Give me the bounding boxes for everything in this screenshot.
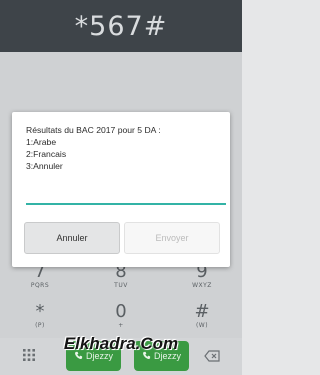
send-button[interactable]: Envoyer <box>124 222 220 254</box>
key-digit: 0 <box>115 301 127 322</box>
message-line: 2:Francais <box>26 149 67 159</box>
ussd-message: Résultats du BAC 2017 pour 5 DA : 1:Arab… <box>26 124 222 172</box>
key-digit: * <box>35 301 45 322</box>
watermark-logo: Elkhadra.Com <box>63 334 179 353</box>
key-letters: (W) <box>195 322 209 329</box>
message-line: 3:Annuler <box>26 161 63 171</box>
message-line: 1:Arabe <box>26 137 57 147</box>
key-letters: + <box>118 322 124 329</box>
key-0[interactable]: 0 + <box>96 302 146 330</box>
key-letters: (P) <box>35 322 45 329</box>
message-line: Résultats du BAC 2017 pour 5 DA : <box>26 125 161 135</box>
reply-input[interactable] <box>26 203 226 205</box>
key-hash[interactable]: # (W) <box>177 302 227 330</box>
key-star[interactable]: * (P) <box>15 302 65 330</box>
key-digit: # <box>194 301 210 322</box>
ussd-dialog: Résultats du BAC 2017 pour 5 DA : 1:Arab… <box>12 112 230 267</box>
key-letters: PQRS <box>30 282 50 289</box>
cancel-button[interactable]: Annuler <box>24 222 120 254</box>
dialed-number: *567# <box>74 10 168 42</box>
key-letters: WXYZ <box>192 282 212 289</box>
key-letters: TUV <box>114 282 128 289</box>
dial-display: *567# <box>0 0 242 52</box>
